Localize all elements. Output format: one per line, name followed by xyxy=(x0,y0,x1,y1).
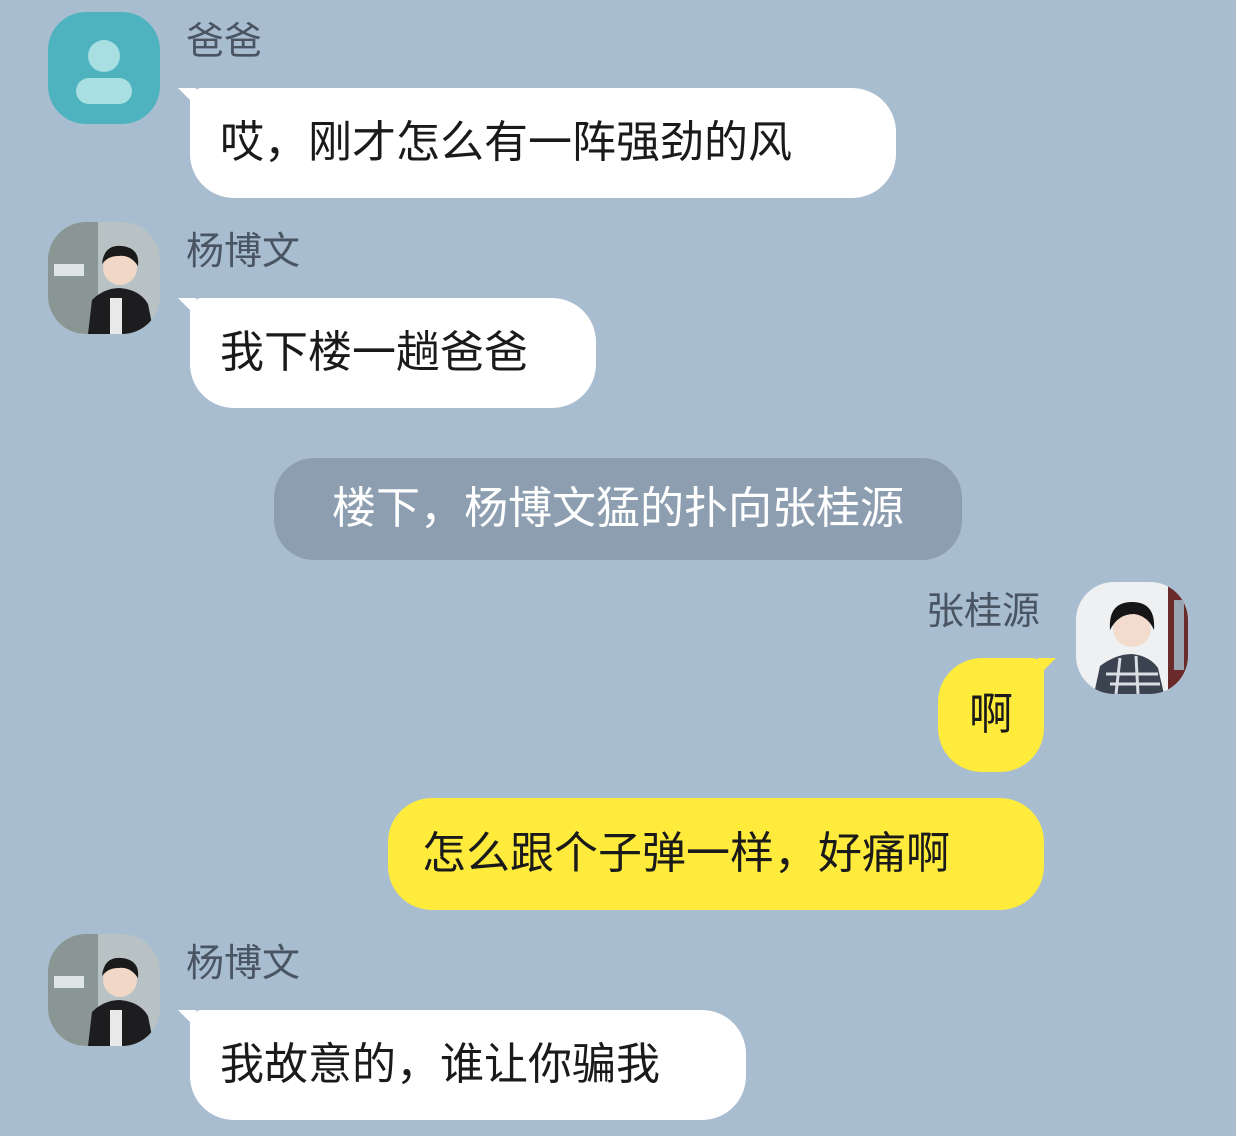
person-icon xyxy=(76,40,132,104)
message-text: 我故意的，谁让你骗我 xyxy=(220,1039,660,1090)
message-bubble[interactable]: 我故意的，谁让你骗我 xyxy=(178,1010,746,1120)
message-text: 啊 xyxy=(969,689,1013,740)
sender-name: 爸爸 xyxy=(186,19,263,63)
narration-bubble: 楼下，杨博文猛的扑向张桂源 xyxy=(274,458,962,560)
message-bubble[interactable]: 啊 xyxy=(938,658,1056,772)
profile-photo xyxy=(48,222,160,334)
narration-text: 楼下，杨博文猛的扑向张桂源 xyxy=(332,483,904,534)
sender-name: 张桂源 xyxy=(926,589,1041,633)
avatar-yang-bowen[interactable] xyxy=(48,222,160,334)
avatar-dad[interactable] xyxy=(48,12,160,124)
message-bubble[interactable]: 我下楼一趟爸爸 xyxy=(178,298,596,408)
profile-photo xyxy=(48,934,160,1046)
message-text: 怎么跟个子弹一样，好痛啊 xyxy=(422,828,950,879)
profile-photo xyxy=(1076,582,1188,694)
avatar-zhang-guiyuan[interactable] xyxy=(1076,582,1188,694)
message-text: 我下楼一趟爸爸 xyxy=(220,327,528,378)
sender-name: 杨博文 xyxy=(186,941,301,985)
message-text: 哎，刚才怎么有一阵强劲的风 xyxy=(220,117,792,168)
message-bubble[interactable]: 怎么跟个子弹一样，好痛啊 xyxy=(388,798,1044,910)
message-bubble[interactable]: 哎，刚才怎么有一阵强劲的风 xyxy=(178,88,896,198)
avatar-yang-bowen[interactable] xyxy=(48,934,160,1046)
sender-name: 杨博文 xyxy=(186,229,301,273)
